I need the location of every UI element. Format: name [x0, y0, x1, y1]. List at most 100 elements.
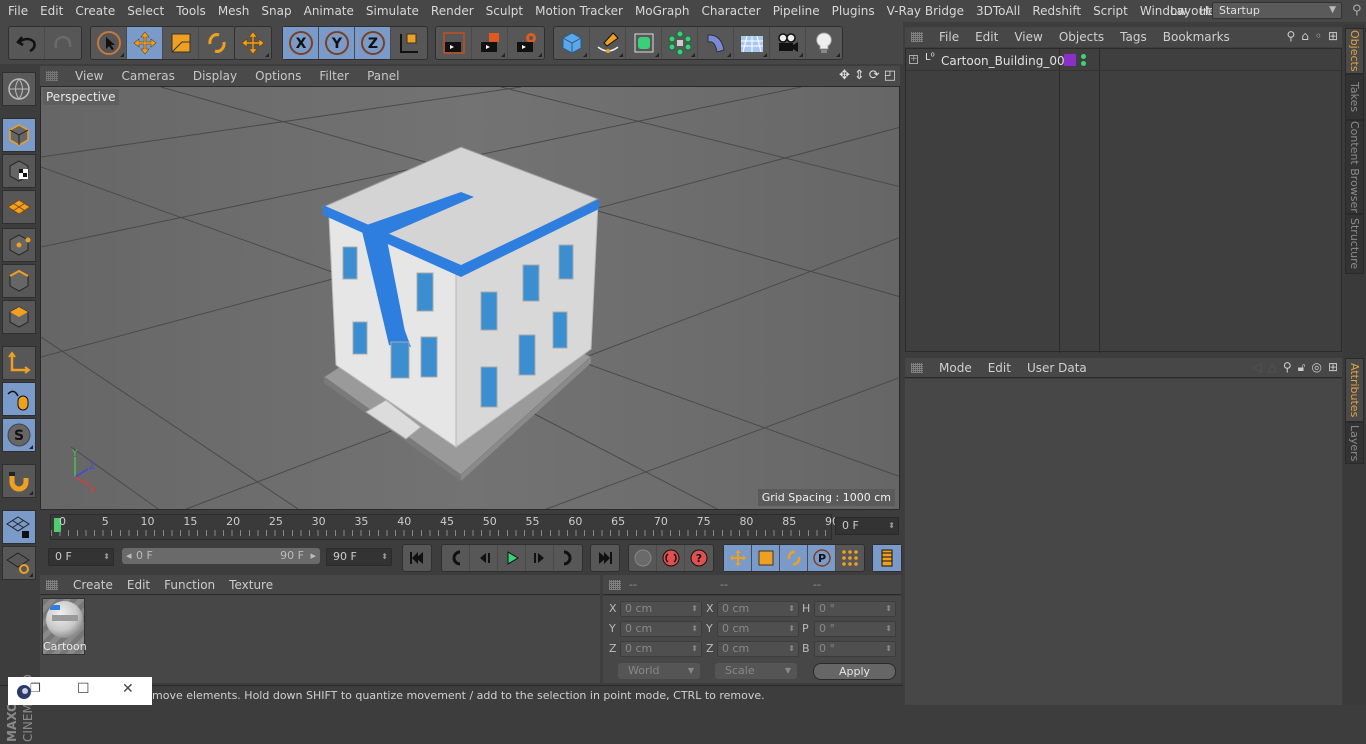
- restore-icon[interactable]: ❐: [30, 681, 41, 695]
- tweak-mode-button[interactable]: [2, 382, 36, 416]
- axis-mode-button[interactable]: [2, 346, 36, 380]
- scale-tool-button[interactable]: [163, 27, 199, 59]
- menu-file[interactable]: File: [0, 4, 34, 18]
- size-z-field[interactable]: 0 cm ⬍: [717, 641, 799, 657]
- menu-plugins[interactable]: Plugins: [826, 4, 881, 18]
- render-settings-button[interactable]: [508, 27, 544, 59]
- y-axis-button[interactable]: Y: [319, 27, 355, 59]
- prev-key-button[interactable]: [442, 545, 470, 571]
- om-menu-objects[interactable]: Objects: [1051, 30, 1112, 44]
- goto-end-button[interactable]: [591, 545, 619, 571]
- menu-sculpt[interactable]: Sculpt: [480, 4, 529, 18]
- viewport-menu-options[interactable]: Options: [246, 69, 310, 83]
- expand-icon[interactable]: +: [909, 55, 918, 64]
- position-z-field[interactable]: 0 cm ⬍: [620, 641, 702, 657]
- object-row[interactable]: + L⁰ Cartoon_Building_001: [906, 49, 1343, 71]
- menu-redshift[interactable]: Redshift: [1026, 4, 1087, 18]
- key-pla-button[interactable]: [836, 545, 864, 571]
- pen-spline-button[interactable]: [590, 27, 626, 59]
- texture-mode-button[interactable]: [2, 154, 36, 188]
- viewport-menu-panel[interactable]: Panel: [358, 69, 408, 83]
- next-key-button[interactable]: [554, 545, 582, 571]
- polygons-mode-button[interactable]: [2, 300, 36, 334]
- viewport-menu-display[interactable]: Display: [184, 69, 246, 83]
- snap-button[interactable]: [2, 464, 36, 498]
- pan-icon[interactable]: ✥: [839, 68, 850, 83]
- next-frame-button[interactable]: [526, 545, 554, 571]
- auto-key-button[interactable]: ?: [685, 545, 713, 571]
- menu-vray-bridge[interactable]: V-Ray Bridge: [881, 4, 970, 18]
- menu-snap[interactable]: Snap: [255, 4, 297, 18]
- om-menu-view[interactable]: View: [1006, 30, 1050, 44]
- lock-icon[interactable]: 🔓︎: [1298, 360, 1306, 375]
- tab-layers[interactable]: Layers: [1345, 422, 1364, 464]
- object-name[interactable]: Cartoon_Building_001: [941, 54, 1072, 68]
- key-position-button[interactable]: [724, 545, 752, 571]
- coordinate-system-button[interactable]: [391, 27, 427, 59]
- move-tool-button[interactable]: [127, 27, 163, 59]
- new-panel-icon[interactable]: ⊞: [1328, 360, 1338, 375]
- editor-visibility-dot[interactable]: [1081, 54, 1086, 59]
- render-visibility-dot[interactable]: [1081, 61, 1086, 66]
- menu-motion-tracker[interactable]: Motion Tracker: [529, 4, 629, 18]
- menu-mograph[interactable]: MoGraph: [629, 4, 696, 18]
- menu-render[interactable]: Render: [425, 4, 480, 18]
- timeline-ruler[interactable]: 0 5 10 15 20 25 30 35 40 45 50 55 60 65 70 75 80 85 90: [50, 514, 839, 540]
- material-tag-icon[interactable]: [1064, 54, 1076, 66]
- current-frame-field[interactable]: 0 F ⬍: [835, 517, 899, 535]
- orbit-icon[interactable]: ⟳: [869, 68, 880, 83]
- size-x-field[interactable]: 0 cm ⬍: [717, 601, 799, 617]
- up-arrow-icon[interactable]: △: [1268, 360, 1277, 375]
- dolly-icon[interactable]: ⇕: [854, 68, 865, 83]
- am-menu-mode[interactable]: Mode: [931, 361, 980, 375]
- rotation-h-field[interactable]: 0 ° ⬍: [814, 601, 896, 617]
- range-left-arrow-icon[interactable]: ◂: [126, 548, 132, 564]
- back-arrow-icon[interactable]: ◁: [1252, 360, 1261, 375]
- x-axis-button[interactable]: X: [283, 27, 319, 59]
- undo-button[interactable]: [9, 27, 45, 59]
- viewport-menu-view[interactable]: View: [66, 69, 112, 83]
- prev-frame-button[interactable]: [470, 545, 498, 571]
- am-menu-edit[interactable]: Edit: [980, 361, 1019, 375]
- position-y-field[interactable]: 0 cm ⬍: [620, 621, 702, 637]
- rotate-tool-button[interactable]: [199, 27, 235, 59]
- drag-grip[interactable]: [911, 362, 923, 373]
- render-picture-viewer-button[interactable]: [472, 27, 508, 59]
- rotation-p-field[interactable]: 0 ° ⬍: [814, 621, 896, 637]
- menu-edit[interactable]: Edit: [34, 4, 69, 18]
- solo-mode-button[interactable]: S: [2, 418, 36, 452]
- make-editable-button[interactable]: [2, 72, 36, 106]
- material-menu-create[interactable]: Create: [66, 578, 120, 592]
- new-panel-icon[interactable]: ⊞: [1328, 29, 1338, 43]
- menu-simulate[interactable]: Simulate: [360, 4, 425, 18]
- timeline-window-button[interactable]: [873, 545, 901, 571]
- material-menu-texture[interactable]: Texture: [222, 578, 280, 592]
- menu-character[interactable]: Character: [695, 4, 766, 18]
- eye-icon[interactable]: ◦: [1315, 29, 1322, 43]
- tab-content-browser[interactable]: Content Browser: [1345, 120, 1364, 214]
- size-mode-select[interactable]: Scale ▼: [715, 663, 797, 679]
- goto-start-button[interactable]: [403, 545, 431, 571]
- workplane-mode-button[interactable]: [2, 190, 36, 224]
- maximize-view-icon[interactable]: ◰: [884, 68, 896, 83]
- record-disabled-button[interactable]: [629, 545, 657, 571]
- menu-create[interactable]: Create: [69, 4, 121, 18]
- menu-tools[interactable]: Tools: [170, 4, 212, 18]
- tab-attributes[interactable]: Attributes: [1345, 358, 1364, 422]
- size-y-field[interactable]: 0 cm ⬍: [717, 621, 799, 637]
- coordinate-space-select[interactable]: World ▼: [618, 663, 700, 679]
- target-icon[interactable]: ◎: [1311, 360, 1321, 375]
- drag-grip[interactable]: [46, 579, 58, 590]
- rotation-b-field[interactable]: 0 ° ⬍: [814, 641, 896, 657]
- menu-pipeline[interactable]: Pipeline: [767, 4, 826, 18]
- frame-range-slider[interactable]: ◂ 0 F 90 F ▸: [122, 548, 320, 564]
- close-icon[interactable]: ✕: [122, 681, 134, 697]
- drag-grip[interactable]: [46, 71, 58, 81]
- redo-button[interactable]: [45, 27, 81, 59]
- points-mode-button[interactable]: [2, 228, 36, 262]
- key-parameter-button[interactable]: P: [808, 545, 836, 571]
- material-menu-function[interactable]: Function: [157, 578, 222, 592]
- menu-3dtoall[interactable]: 3DToAll: [970, 4, 1026, 18]
- material-menu-edit[interactable]: Edit: [120, 578, 157, 592]
- material-cartoon[interactable]: Cartoon: [42, 598, 87, 655]
